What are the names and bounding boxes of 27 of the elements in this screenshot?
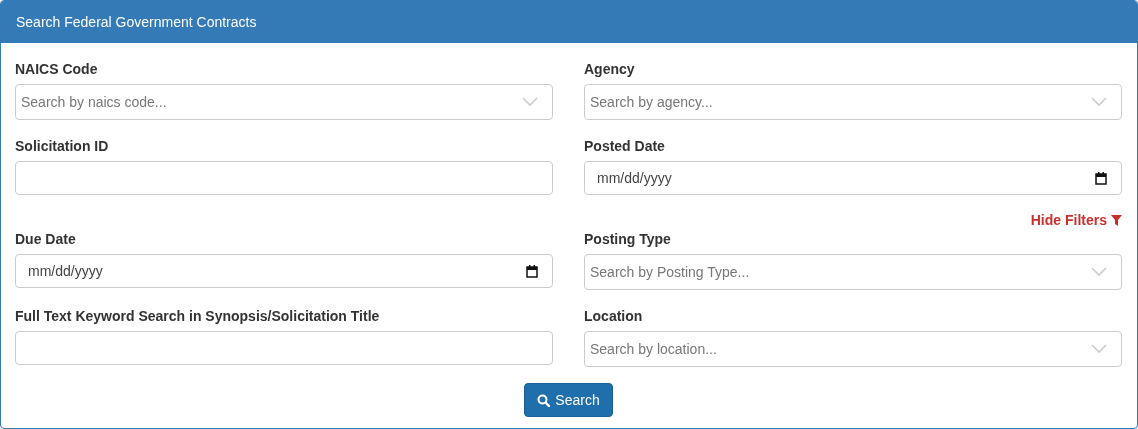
field-label: Agency xyxy=(584,60,635,79)
chevron-down-icon xyxy=(522,97,538,107)
dropdown-field[interactable]: Search by Posting Type... xyxy=(584,254,1122,290)
chevron-down-icon xyxy=(1091,97,1107,107)
field-label: Posting Type xyxy=(584,230,671,249)
search-icon xyxy=(537,393,551,407)
field-label: Posted Date xyxy=(584,137,665,156)
filter-icon xyxy=(1111,214,1122,226)
hide-filters-link[interactable]: Hide Filters xyxy=(1030,211,1122,229)
chevron-down-icon xyxy=(1091,267,1107,277)
calendar-icon[interactable] xyxy=(1095,171,1107,185)
chevron-down-icon xyxy=(1091,344,1107,354)
search-button[interactable]: Search xyxy=(524,383,613,417)
panel-title: Search Federal Government Contracts xyxy=(1,1,1137,43)
input-field[interactable] xyxy=(15,161,553,195)
date-field[interactable]: mm/dd/yyyy xyxy=(584,161,1122,195)
input-field[interactable] xyxy=(15,331,553,365)
field-label: NAICS Code xyxy=(15,60,98,79)
dropdown-field[interactable]: Search by location... xyxy=(584,331,1122,367)
field-label: Due Date xyxy=(15,230,76,249)
dropdown-field[interactable]: Search by naics code... xyxy=(15,84,553,120)
dropdown-field[interactable]: Search by agency... xyxy=(584,84,1122,120)
date-field[interactable]: mm/dd/yyyy xyxy=(15,254,553,288)
field-label: Full Text Keyword Search in Synopsis/Solicitation Title xyxy=(15,307,380,326)
field-label: Solicitation ID xyxy=(15,137,109,156)
field-label: Location xyxy=(584,307,643,326)
calendar-icon[interactable] xyxy=(526,264,538,278)
